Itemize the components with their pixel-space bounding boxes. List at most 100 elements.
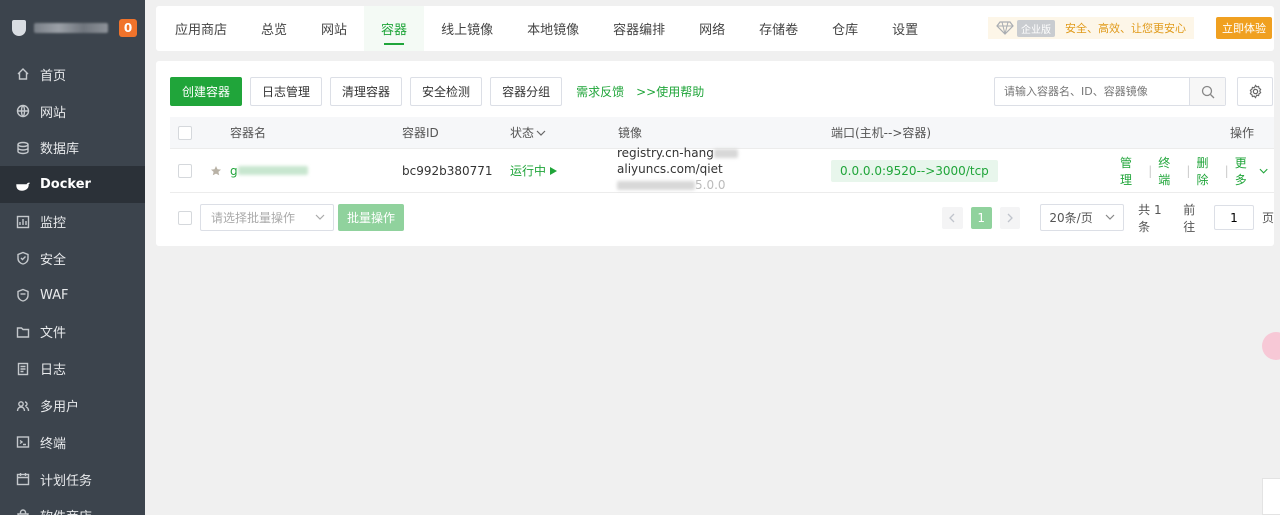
floating-corner-widget[interactable] <box>1262 478 1280 515</box>
tab-3[interactable]: 容器 <box>364 6 425 51</box>
sidebar-item-8[interactable]: 日志 <box>0 350 145 387</box>
sidebar-item-label: 终端 <box>40 436 67 452</box>
image-blurred-segment <box>713 148 738 158</box>
sidebar-item-label: 安全 <box>40 252 67 268</box>
sidebar-item-6[interactable]: WAF <box>0 277 145 314</box>
gear-icon <box>1249 84 1261 99</box>
enterprise-promo[interactable]: 企业版 安全、高效、让您更安心 <box>988 17 1194 39</box>
enterprise-slogan: 安全、高效、让您更安心 <box>1065 22 1186 35</box>
container-image: registry.cn-hangaliyuncs.com/qiet 5.0.0 <box>617 145 827 192</box>
sidebar-item-label: 数据库 <box>40 142 80 158</box>
tab-7[interactable]: 网络 <box>682 6 742 51</box>
select-all-checkbox[interactable] <box>178 125 192 140</box>
sidebar-item-label: 计划任务 <box>40 473 93 489</box>
header-ports: 端口(主机-->容器) <box>831 126 932 140</box>
database-icon <box>16 141 30 155</box>
container-status[interactable]: 运行中 <box>510 149 558 192</box>
sidebar-item-7[interactable]: 文件 <box>0 314 145 351</box>
globe-icon <box>16 104 30 118</box>
home-icon <box>16 67 30 81</box>
sidebar-item-4[interactable]: 监控 <box>0 203 145 240</box>
tab-5[interactable]: 本地镜像 <box>510 6 596 51</box>
search-input[interactable] <box>995 78 1189 105</box>
page-size-value: 20条/页 <box>1049 211 1093 225</box>
delete-link[interactable]: 删除 <box>1190 154 1224 188</box>
try-now-button[interactable]: 立即体验 <box>1216 17 1272 39</box>
feedback-link[interactable]: 需求反馈 <box>576 83 624 100</box>
container-id: bc992b380771 <box>402 163 493 178</box>
waf-shield-icon <box>16 288 30 302</box>
sidebar-item-11[interactable]: 计划任务 <box>0 461 145 498</box>
tab-6[interactable]: 容器编排 <box>596 6 682 51</box>
sidebar-item-label: 多用户 <box>40 400 80 416</box>
store-icon <box>16 509 30 515</box>
log-management-button[interactable]: 日志管理 <box>250 77 323 106</box>
enterprise-label: 企业版 <box>1017 19 1055 37</box>
prev-page-button[interactable] <box>942 206 963 229</box>
folder-icon <box>16 325 30 339</box>
goto-label: 前往 <box>1183 202 1196 234</box>
create-container-button[interactable]: 创建容器 <box>170 77 243 106</box>
current-page[interactable]: 1 <box>970 206 992 229</box>
sidebar-item-2[interactable]: 数据库 <box>0 130 145 167</box>
sidebar-item-5[interactable]: 安全 <box>0 240 145 277</box>
row-checkbox[interactable] <box>178 163 192 178</box>
chevron-down-icon <box>315 214 325 220</box>
manage-link[interactable]: 管理 <box>1114 154 1148 188</box>
batch-action-button[interactable]: 批量操作 <box>338 204 404 231</box>
page-size-select[interactable]: 20条/页 <box>1040 204 1125 231</box>
security-check-button[interactable]: 安全检测 <box>410 77 483 106</box>
sidebar-item-10[interactable]: 终端 <box>0 424 145 461</box>
header-name: 容器名 <box>230 126 267 140</box>
help-link[interactable]: >>使用帮助 <box>636 83 704 100</box>
image-tag: 5.0.0 <box>695 177 726 192</box>
pin-star-icon[interactable] <box>210 149 222 192</box>
clean-container-button[interactable]: 清理容器 <box>330 77 403 106</box>
sidebar-item-label: WAF <box>40 287 69 303</box>
sidebar-item-1[interactable]: 网站 <box>0 93 145 130</box>
users-icon <box>16 399 30 413</box>
more-label: 更多 <box>1234 155 1247 187</box>
container-name-blurred <box>237 166 308 175</box>
goto-page-input[interactable] <box>1213 205 1254 230</box>
sidebar-item-label: Docker <box>40 177 91 193</box>
pagination: 1 20条/页 共 1 条 前往 页 <box>942 203 1274 234</box>
chevron-right-icon <box>1007 213 1013 222</box>
row-actions: 管理 | 终端 | 删除 | 更多 <box>1114 149 1274 192</box>
chevron-down-icon <box>536 130 546 136</box>
container-name[interactable]: g <box>230 149 308 192</box>
table-row: g bc992b380771 运行中 registry.cn-hangaliyu… <box>170 145 1274 193</box>
settings-button[interactable] <box>1237 77 1273 106</box>
footer-select-checkbox[interactable] <box>178 211 192 225</box>
next-page-button[interactable] <box>999 206 1021 229</box>
sidebar-item-9[interactable]: 多用户 <box>0 387 145 424</box>
tab-1[interactable]: 总览 <box>244 6 304 51</box>
sidebar-item-0[interactable]: 首页 <box>0 56 145 93</box>
notification-badge[interactable]: 0 <box>119 19 137 37</box>
image-blurred-tag <box>617 180 695 190</box>
sidebar-item-12[interactable]: 软件商店 <box>0 498 145 515</box>
batch-action-select[interactable]: 请选择批量操作 <box>200 204 334 231</box>
terminal-link[interactable]: 终端 <box>1152 154 1186 188</box>
tab-4[interactable]: 线上镜像 <box>424 6 510 51</box>
search-button[interactable] <box>1189 78 1225 105</box>
container-group-button[interactable]: 容器分组 <box>490 77 563 106</box>
tab-8[interactable]: 存储卷 <box>742 6 815 51</box>
tab-9[interactable]: 仓库 <box>815 6 875 51</box>
image-text-end: aliyuncs.com/qiet <box>617 161 723 176</box>
port-mapping: 0.0.0.0:9520-->3000/tcp <box>831 159 998 182</box>
tab-2[interactable]: 网站 <box>304 6 364 51</box>
server-logo-icon <box>12 20 26 36</box>
more-menu[interactable]: 更多 <box>1229 154 1274 188</box>
chevron-down-icon <box>1105 214 1115 220</box>
sidebar-item-3[interactable]: Docker <box>0 166 145 204</box>
total-count: 共 1 条 <box>1138 202 1162 234</box>
header-status[interactable]: 状态 <box>510 117 546 148</box>
sidebar: 0 首页网站数据库 Docker 监控安全 WAF 文件日志多用户终端计划任务软件商店 <box>0 0 145 515</box>
header-image: 镜像 <box>618 126 643 140</box>
tab-10[interactable]: 设置 <box>875 6 935 51</box>
play-icon <box>550 166 558 175</box>
image-text-start: registry.cn-hang <box>617 145 714 160</box>
tab-0[interactable]: 应用商店 <box>158 6 244 51</box>
floating-support-button[interactable] <box>1262 332 1280 360</box>
